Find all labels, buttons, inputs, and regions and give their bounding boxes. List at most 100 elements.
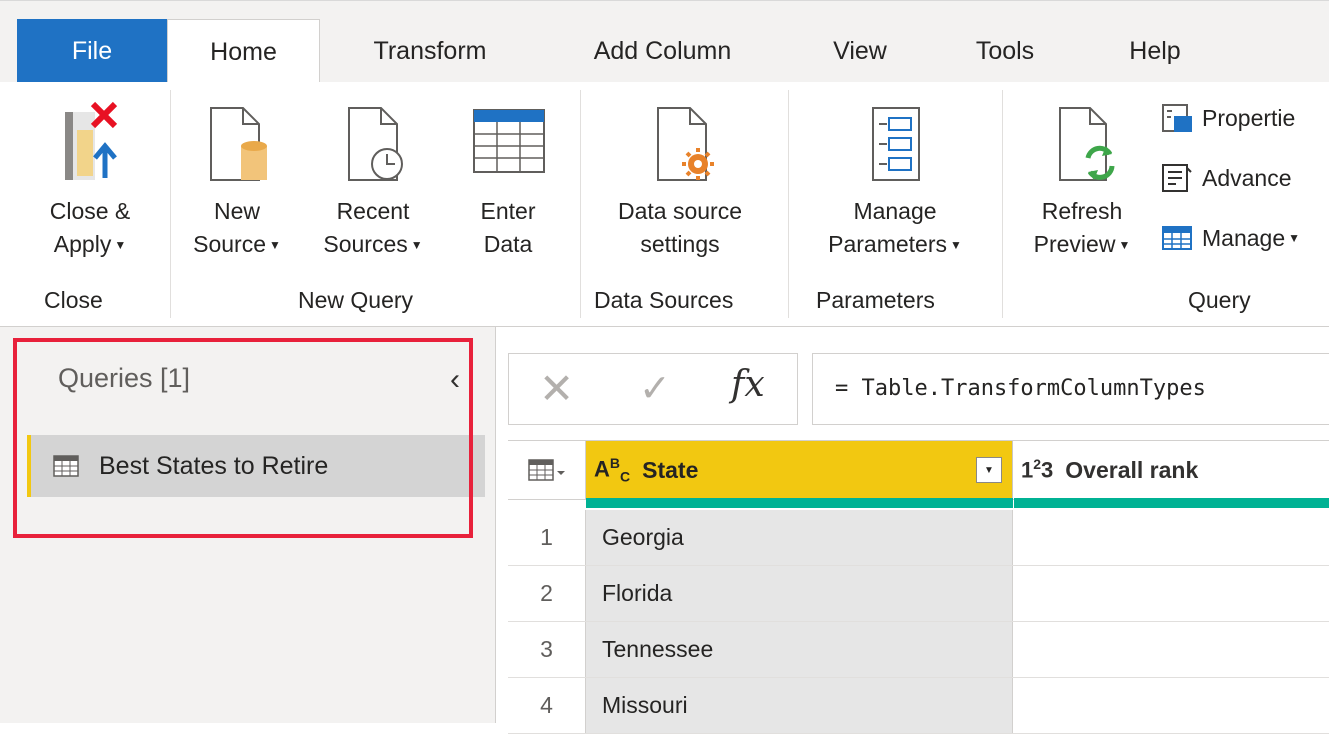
properties-icon (1162, 104, 1192, 132)
advanced-editor-icon (1162, 164, 1192, 192)
refresh-preview-label-1: Refresh (1041, 198, 1123, 224)
new-source-icon (210, 107, 267, 181)
group-label-parameters: Parameters (816, 287, 935, 313)
cancel-icon[interactable]: ✕ (539, 364, 574, 413)
table-row: 3 Tennessee (508, 622, 1329, 678)
new-source-button[interactable]: New Source ▼ (182, 100, 292, 262)
table-row: 4 Missouri (508, 678, 1329, 734)
manage-label: Manage (1202, 224, 1286, 251)
table-cell[interactable] (1013, 678, 1329, 733)
manage-parameters-button[interactable]: Manage Parameters ▼ (800, 100, 990, 262)
properties-label: Propertie (1202, 104, 1296, 131)
row-number: 1 (508, 510, 586, 565)
close-apply-label-1: Close & (49, 198, 131, 224)
column-header-overall-rank[interactable]: 123 Overall rank (1013, 441, 1329, 499)
advanced-editor-button[interactable]: Advance (1160, 162, 1292, 194)
enter-data-label-1: Enter (480, 198, 536, 224)
manage-button[interactable]: Manage ▼ (1160, 222, 1300, 254)
manage-parameters-label-1: Manage (853, 198, 937, 224)
checkmark-icon[interactable]: ✓ (639, 366, 671, 410)
table-cell[interactable] (1013, 566, 1329, 621)
recent-sources-button[interactable]: Recent Sources ▼ (298, 100, 448, 262)
table-row: 1 Georgia (508, 510, 1329, 566)
formula-bar-controls: ✕ ✓ fx (508, 353, 798, 425)
table-icon (53, 455, 79, 477)
data-source-settings-icon (657, 107, 714, 181)
table-menu-button[interactable] (508, 441, 586, 499)
table-cell[interactable] (1013, 510, 1329, 565)
new-source-label-1: New (213, 198, 260, 224)
data-source-settings-button[interactable]: Data source settings (590, 100, 770, 261)
chevron-down-icon[interactable]: ▼ (976, 457, 1002, 483)
column-quality-bar (586, 498, 1013, 508)
caret-down-icon: ▼ (949, 238, 962, 253)
formula-input[interactable]: = Table.TransformColumnTypes (812, 353, 1329, 425)
parameters-icon (872, 107, 920, 181)
tab-tools[interactable]: Tools (940, 19, 1070, 83)
close-apply-label-2: Apply (53, 231, 112, 257)
caret-down-icon: ▼ (410, 238, 423, 253)
queries-pane: Queries [1] ‹ Best States to Retire (0, 327, 496, 723)
column-header-label: State (642, 456, 699, 483)
text-type-icon: ABC (594, 455, 631, 485)
group-label-data-sources: Data Sources (594, 287, 734, 313)
group-separator (1002, 90, 1003, 318)
chevron-left-icon[interactable]: ‹ (450, 363, 460, 397)
tab-add-column[interactable]: Add Column (550, 19, 775, 83)
group-label-new-query: New Query (298, 287, 414, 313)
group-separator (170, 90, 171, 318)
table-cell[interactable]: Tennessee (586, 622, 1013, 677)
grid-header: ABC State ▼ 123 Overall rank (508, 440, 1329, 500)
advanced-editor-label: Advance (1202, 164, 1292, 191)
recent-sources-icon (348, 107, 403, 181)
row-number: 2 (508, 566, 586, 621)
group-separator (788, 90, 789, 318)
tab-home[interactable]: Home (167, 19, 320, 84)
recent-sources-label-1: Recent (336, 198, 410, 224)
caret-down-icon: ▼ (114, 238, 127, 253)
row-number: 3 (508, 622, 586, 677)
table-icon (1162, 226, 1192, 250)
tab-help[interactable]: Help (1090, 19, 1220, 83)
refresh-preview-button[interactable]: Refresh Preview ▼ (1012, 100, 1152, 262)
group-label-query: Query (1188, 287, 1251, 313)
group-separator (580, 90, 581, 318)
table-cell[interactable]: Georgia (586, 510, 1013, 565)
table-cell[interactable] (1013, 622, 1329, 677)
enter-data-label-2: Data (483, 231, 533, 257)
new-source-label-2: Source (193, 231, 266, 257)
number-type-icon: 123 (1021, 456, 1054, 483)
recent-sources-label-2: Sources (323, 231, 408, 257)
column-header-state[interactable]: ABC State ▼ (586, 441, 1013, 499)
ribbon-tab-bar: File Home Transform Add Column View Tool… (0, 0, 1329, 84)
row-number: 4 (508, 678, 586, 733)
caret-down-icon: ▼ (1288, 231, 1301, 245)
column-header-label: Overall rank (1065, 456, 1199, 483)
column-quality-bar (1014, 498, 1329, 508)
data-source-settings-label-2: settings (640, 231, 720, 257)
query-list-item[interactable]: Best States to Retire (27, 435, 485, 497)
close-apply-icon (65, 101, 118, 180)
queries-pane-title: Queries [1] (58, 363, 191, 393)
enter-data-button[interactable]: Enter Data (458, 100, 558, 261)
table-cell[interactable]: Missouri (586, 678, 1013, 733)
properties-button[interactable]: Propertie (1160, 102, 1295, 134)
manage-parameters-label-2: Parameters (828, 231, 947, 257)
tab-view[interactable]: View (790, 19, 930, 83)
fx-icon[interactable]: fx (731, 364, 765, 405)
table-row: 2 Florida (508, 566, 1329, 622)
table-menu-icon (527, 459, 565, 481)
ribbon: Close & Apply ▼ Close New Source ▼ Recent … (0, 82, 1329, 327)
close-apply-button[interactable]: Close & Apply ▼ (30, 100, 150, 262)
refresh-icon (1059, 107, 1115, 181)
tab-file[interactable]: File (17, 19, 167, 83)
table-cell[interactable]: Florida (586, 566, 1013, 621)
group-label-close: Close (44, 287, 103, 313)
caret-down-icon: ▼ (268, 238, 281, 253)
caret-down-icon: ▼ (1118, 238, 1131, 253)
refresh-preview-label-2: Preview (1033, 231, 1116, 257)
tab-transform[interactable]: Transform (330, 19, 530, 83)
data-source-settings-label-1: Data source (617, 198, 742, 224)
query-label: Best States to Retire (99, 451, 329, 480)
data-grid: ABC State ▼ 123 Overall rank 1 Georgia 2… (508, 440, 1329, 734)
